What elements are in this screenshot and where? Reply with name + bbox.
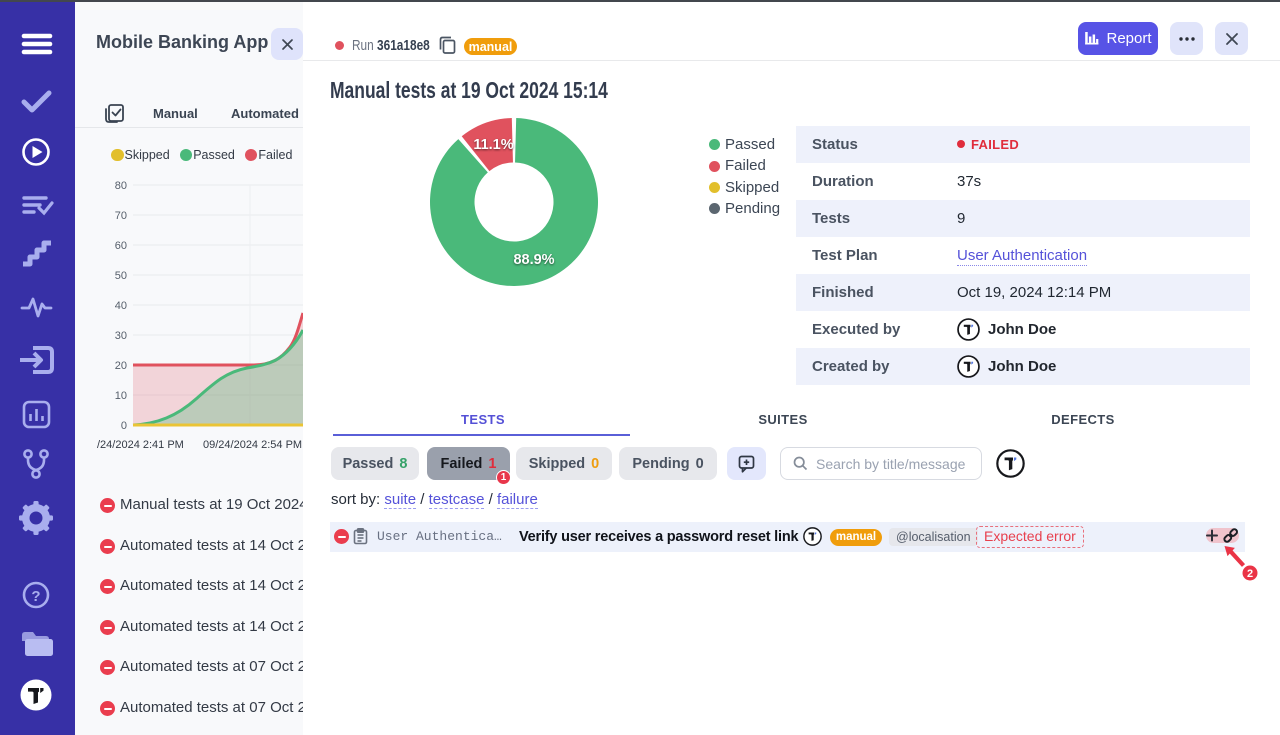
svg-text:?: ? bbox=[31, 588, 40, 605]
svg-text:11.1%: 11.1% bbox=[473, 137, 513, 153]
svg-text:88.9%: 88.9% bbox=[513, 252, 554, 268]
svg-text:20: 20 bbox=[115, 360, 127, 372]
svg-text:60: 60 bbox=[115, 240, 127, 252]
svg-text:2: 2 bbox=[1247, 568, 1253, 580]
svg-text:50: 50 bbox=[115, 270, 127, 282]
svg-text:10: 10 bbox=[115, 390, 127, 402]
svg-text:80: 80 bbox=[115, 180, 127, 192]
svg-text:70: 70 bbox=[115, 210, 127, 222]
svg-text:09/24/2024 2:54 PM: 09/24/2024 2:54 PM bbox=[203, 439, 302, 451]
svg-text:/24/2024 2:41 PM: /24/2024 2:41 PM bbox=[97, 439, 184, 451]
svg-text:0: 0 bbox=[121, 420, 127, 432]
svg-text:30: 30 bbox=[115, 330, 127, 342]
svg-text:40: 40 bbox=[115, 300, 127, 312]
